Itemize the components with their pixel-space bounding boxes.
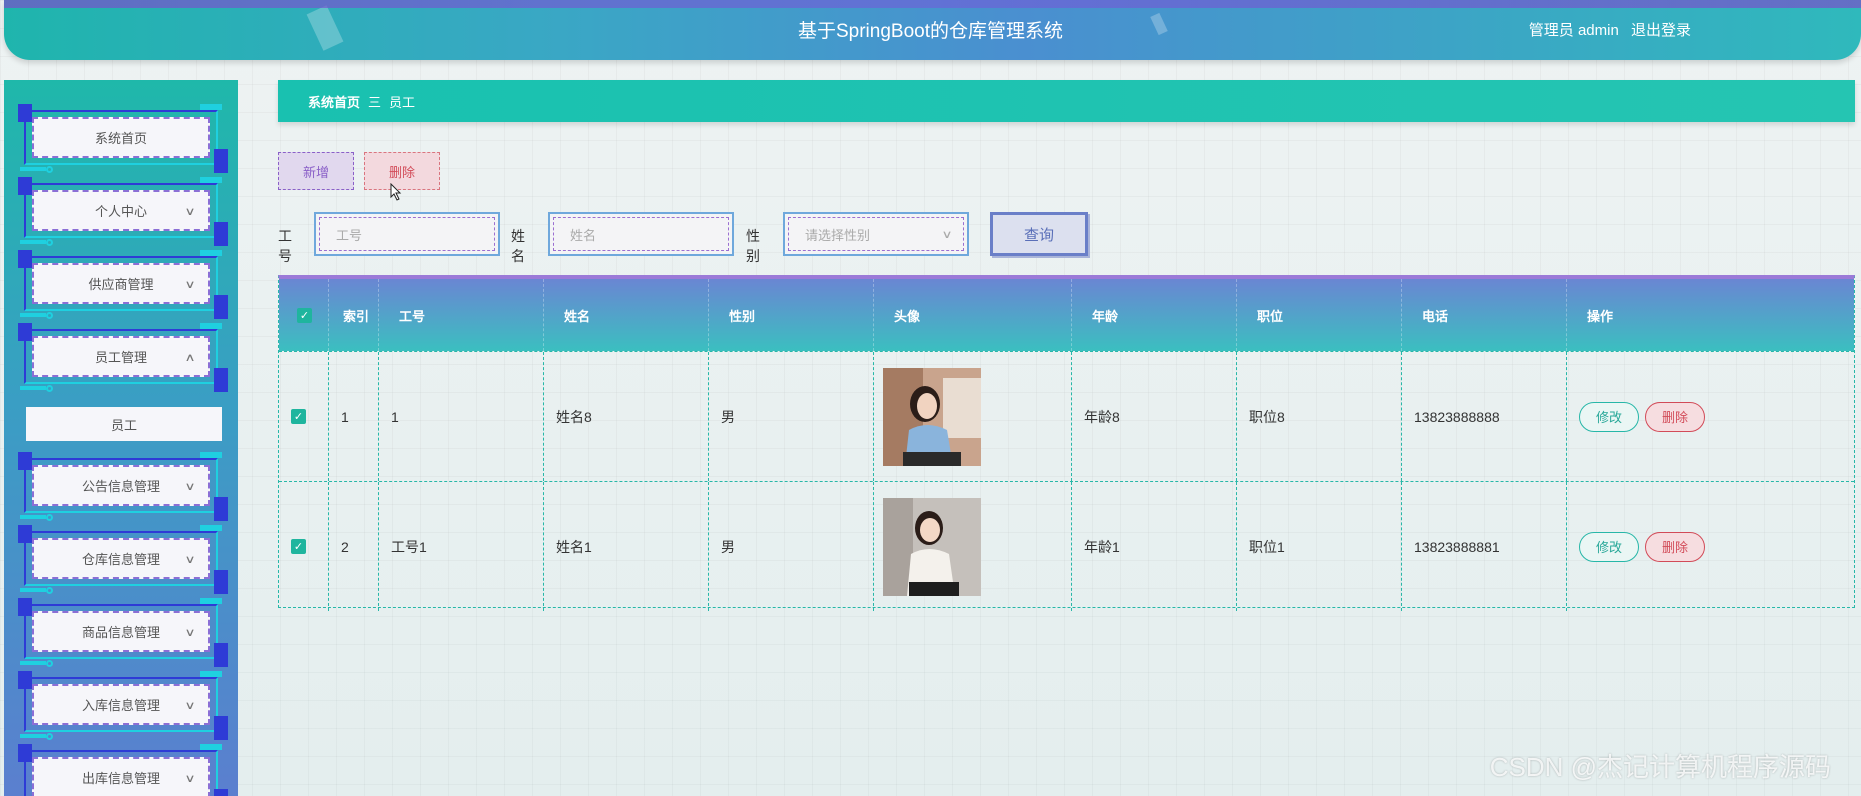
row-actions: 修改 删除 [1567,352,1854,481]
row-delete-button[interactable]: 删除 [1645,531,1705,562]
watermark: CSDN @杰记计算机程序源码 [1489,752,1831,782]
delete-button[interactable]: 删除 [364,152,440,190]
row-name: 姓名8 [544,352,709,481]
breadcrumb: 系统首页 三 员工 [278,80,1855,122]
gender-label: 性别 [746,228,760,264]
chevron-down-icon: ∨ [184,626,196,639]
col-actions: 操作 [1587,308,1614,324]
sidebar-item-label: 公告信息管理 [81,479,160,494]
sidebar-item-label: 供应商管理 [88,277,154,292]
table-row: ✓ 1 1 姓名8 男 年龄8 职位8 13823888888 修改 删除 [279,351,1854,481]
row-phone: 13823888888 [1402,352,1567,481]
row-position: 职位8 [1237,352,1402,481]
sidebar: 系统首页 个人中心 ∨ 供应商管理 ∨ 员工管理 ∧ 员工 公告信息管理 ∨ 仓库信息管… [4,80,238,796]
col-phone: 电话 [1402,279,1567,351]
name-input[interactable]: 姓名 [548,212,734,256]
table-row: ✓ 2 工号1 姓名1 男 年龄1 职位1 13823888881 修改 删除 [279,481,1854,611]
edit-button[interactable]: 修改 [1579,531,1639,562]
chevron-down-icon: ∨ [184,480,196,493]
sidebar-item-inbound[interactable]: 入库信息管理 ∨ [18,671,228,740]
name-placeholder: 姓名 [570,227,597,243]
chevron-down-icon: ∨ [184,553,196,566]
row-actions: 修改 删除 [1567,482,1854,611]
row-index: 2 [329,482,379,611]
chevron-down-icon: ∨ [184,699,196,712]
col-name: 姓名 [544,279,709,351]
col-position: 职位 [1237,279,1402,351]
query-button[interactable]: 查询 [990,212,1088,256]
sidebar-item-label: 个人中心 [94,204,147,219]
select-all-checkbox[interactable]: ✓ [297,307,312,323]
chevron-down-icon: ∨ [184,278,196,291]
sidebar-item-label: 仓库信息管理 [81,552,160,567]
sidebar-item-warehouse[interactable]: 仓库信息管理 ∨ [18,525,228,594]
sidebar-item-label: 商品信息管理 [81,625,160,640]
sidebar-item-personal[interactable]: 个人中心 ∨ [18,177,228,246]
edit-button[interactable]: 修改 [1579,401,1639,432]
row-position: 职位1 [1237,482,1402,611]
breadcrumb-home[interactable]: 系统首页 [308,92,360,111]
row-age: 年龄1 [1072,482,1237,611]
row-checkbox[interactable]: ✓ [291,409,306,424]
user-area: 管理员 admin 退出登录 [1521,19,1691,40]
row-delete-button[interactable]: 删除 [1645,401,1705,432]
row-name: 姓名1 [544,482,709,611]
name-label: 姓名 [511,228,525,264]
row-select-cell: ✓ [279,352,329,481]
sidebar-item-goods[interactable]: 商品信息管理 ∨ [18,598,228,667]
sidebar-item-employee[interactable]: 员工管理 ∧ [18,323,228,392]
col-avatar: 头像 [874,279,1072,351]
sidebar-item-label: 系统首页 [94,131,147,146]
row-checkbox[interactable]: ✓ [291,539,306,554]
avatar-image[interactable] [883,367,981,466]
row-gender: 男 [709,352,874,481]
chevron-down-icon: ∨ [184,772,196,785]
col-emp-no: 工号 [379,279,544,351]
breadcrumb-separator: 三 [368,94,382,110]
sidebar-item-supplier[interactable]: 供应商管理 ∨ [18,250,228,319]
emp-no-placeholder: 工号 [336,227,363,243]
select-all-cell: ✓ [279,279,329,351]
sidebar-item-label: 入库信息管理 [81,698,160,713]
row-avatar-cell [874,352,1072,481]
row-phone: 13823888881 [1402,482,1567,611]
sidebar-subitem-employee[interactable]: 员工 [26,407,222,441]
row-gender: 男 [709,482,874,611]
emp-no-input[interactable]: 工号 [314,212,500,256]
mouse-cursor-icon [390,183,402,201]
row-emp-no: 工号1 [379,482,544,611]
row-select-cell: ✓ [279,482,329,611]
chevron-down-icon: ∨ [184,205,196,218]
add-button[interactable]: 新增 [278,152,354,190]
row-age: 年龄8 [1072,352,1237,481]
emp-no-label: 工号 [278,228,292,264]
col-age: 年龄 [1072,279,1237,351]
sidebar-item-outbound[interactable]: 出库信息管理 ∨ [18,744,228,796]
sidebar-item-label: 出库信息管理 [81,771,160,786]
row-avatar-cell [874,482,1072,611]
employee-table: ✓ 索引 工号 姓名 性别 头像 年龄 职位 电话 操作 ✓ 1 1 姓名8 男 [278,275,1855,611]
sidebar-item-home[interactable]: 系统首页 [18,104,228,173]
chevron-up-icon: ∧ [184,351,196,364]
sidebar-item-notice[interactable]: 公告信息管理 ∨ [18,452,228,521]
row-emp-no: 1 [379,352,544,481]
chevron-down-icon: ∨ [941,228,953,241]
avatar-image[interactable] [883,497,981,596]
row-index: 1 [329,352,379,481]
logout-link[interactable]: 退出登录 [1631,22,1691,39]
sidebar-item-label: 员工管理 [94,350,147,365]
table-header: ✓ 索引 工号 姓名 性别 头像 年龄 职位 电话 操作 [279,279,1854,351]
gender-select[interactable]: 请选择性别 ∨ [783,212,969,256]
user-name: 管理员 admin [1528,22,1619,39]
col-index: 索引 [329,279,379,351]
breadcrumb-current: 员工 [389,94,416,110]
col-gender: 性别 [709,279,874,351]
gender-placeholder: 请选择性别 [805,227,871,243]
